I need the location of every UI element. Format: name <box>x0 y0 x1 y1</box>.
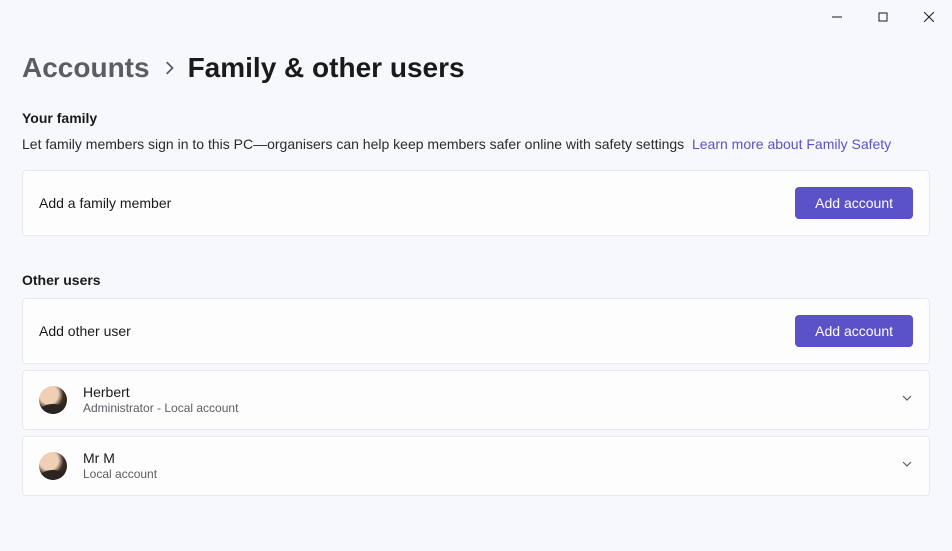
user-info: Herbert Administrator - Local account <box>83 383 901 417</box>
your-family-description: Let family members sign in to this PC—or… <box>22 136 930 152</box>
user-row-herbert[interactable]: Herbert Administrator - Local account <box>22 370 930 430</box>
avatar <box>39 386 67 414</box>
add-other-user-label: Add other user <box>39 323 131 339</box>
close-icon <box>924 12 934 22</box>
page-title: Family & other users <box>188 52 465 84</box>
minimize-icon <box>832 12 842 22</box>
user-info: Mr M Local account <box>83 449 901 483</box>
minimize-button[interactable] <box>814 2 860 32</box>
user-name: Herbert <box>83 383 901 401</box>
breadcrumb-parent[interactable]: Accounts <box>22 52 150 84</box>
user-name: Mr M <box>83 449 901 467</box>
user-subtitle: Local account <box>83 467 901 483</box>
add-family-account-button[interactable]: Add account <box>795 187 913 219</box>
chevron-down-icon <box>901 457 913 475</box>
your-family-header: Your family <box>22 110 930 126</box>
user-subtitle: Administrator - Local account <box>83 401 901 417</box>
close-button[interactable] <box>906 2 952 32</box>
family-safety-link[interactable]: Learn more about Family Safety <box>692 136 891 152</box>
other-users-header: Other users <box>22 272 930 288</box>
add-family-card: Add a family member Add account <box>22 170 930 236</box>
user-row-mr-m[interactable]: Mr M Local account <box>22 436 930 496</box>
avatar <box>39 452 67 480</box>
breadcrumb: Accounts Family & other users <box>22 52 930 84</box>
maximize-icon <box>878 12 888 22</box>
add-other-user-card: Add other user Add account <box>22 298 930 364</box>
window-titlebar <box>0 0 952 32</box>
add-other-account-button[interactable]: Add account <box>795 315 913 347</box>
maximize-button[interactable] <box>860 2 906 32</box>
chevron-right-icon <box>162 61 176 75</box>
chevron-down-icon <box>901 391 913 409</box>
add-family-label: Add a family member <box>39 195 171 211</box>
